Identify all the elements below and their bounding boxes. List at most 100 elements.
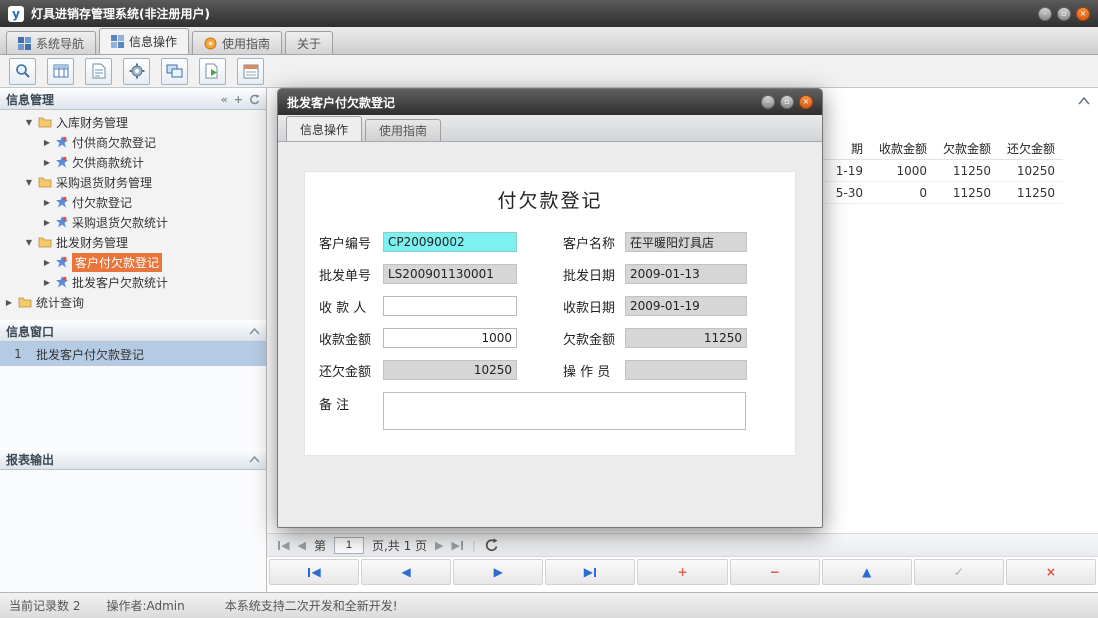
info-window-panel-header[interactable]: 信息窗口 [0, 320, 266, 342]
chevron-up-icon[interactable] [249, 328, 260, 335]
remaining-debt-input[interactable] [383, 360, 517, 380]
chevron-up-icon[interactable] [249, 456, 260, 463]
confirm-record-button[interactable]: ✓ [914, 559, 1004, 585]
close-button[interactable]: × [1076, 7, 1090, 21]
tree-item-label[interactable]: 采购退货欠款统计 [72, 214, 168, 231]
caret-down-icon[interactable]: ▼ [24, 238, 34, 247]
burst-icon [56, 256, 68, 268]
minimize-button[interactable]: – [1038, 7, 1052, 21]
tree-item-label[interactable]: 付欠款登记 [72, 194, 132, 211]
tree-item-owed-supplier-stats[interactable]: ▶ 欠供商款统计 [0, 152, 266, 172]
caret-right-icon[interactable]: ▶ [4, 298, 14, 307]
first-page-icon[interactable]: ◀ [277, 539, 289, 552]
tab-about[interactable]: 关于 [285, 31, 333, 54]
settings-tool-button[interactable] [123, 58, 150, 85]
report-tool-button[interactable] [237, 58, 264, 85]
tree-item-label-selected[interactable]: 客户付欠款登记 [72, 253, 162, 272]
tree-item-label[interactable]: 付供商欠款登记 [72, 134, 156, 151]
add-record-button[interactable]: + [637, 559, 727, 585]
payee-input[interactable] [383, 296, 517, 316]
caret-right-icon[interactable]: ▶ [42, 138, 52, 147]
collapse-left-icon[interactable]: « [221, 93, 228, 106]
info-window-row[interactable]: 1 批发客户付欠款登记 [0, 342, 266, 366]
edit-record-button[interactable]: ▲ [822, 559, 912, 585]
burst-icon [56, 276, 68, 288]
report-output-panel-header[interactable]: 报表输出 [0, 448, 266, 470]
column-header[interactable]: 欠款金额 [935, 138, 999, 160]
tree-item-pay-supplier-debt[interactable]: ▶ 付供商欠款登记 [0, 132, 266, 152]
table-row[interactable]: 1-19 1000 11250 10250 [823, 160, 1063, 182]
panel-collapse-button[interactable] [1078, 94, 1090, 108]
column-header[interactable]: 收款金额 [871, 138, 935, 160]
page-input[interactable] [334, 537, 364, 554]
tree-item-label[interactable]: 欠供商款统计 [72, 154, 144, 171]
tree-folder-inbound-finance[interactable]: ▼ 入库财务管理 [0, 112, 266, 132]
cancel-record-button[interactable]: × [1006, 559, 1096, 585]
maximize-button[interactable]: ▫ [1057, 7, 1071, 21]
window-title: 灯具进销存管理系统(非注册用户) [31, 5, 210, 22]
caret-right-icon[interactable]: ▶ [42, 198, 52, 207]
table-tool-button[interactable] [47, 58, 74, 85]
customer-name-input[interactable] [625, 232, 747, 252]
customer-id-input[interactable] [383, 232, 517, 252]
last-record-button[interactable]: ▶ [545, 559, 635, 585]
tab-label: 信息操作 [129, 33, 177, 50]
refresh-icon[interactable] [249, 94, 260, 105]
dialog-tab-user-guide[interactable]: 使用指南 [365, 119, 441, 141]
dialog-close-button[interactable]: × [799, 95, 813, 109]
document-tool-button[interactable] [85, 58, 112, 85]
tree-folder-statistics-query[interactable]: ▶ 统计查询 [0, 292, 266, 312]
remark-field[interactable] [383, 392, 746, 430]
operator-input[interactable] [625, 360, 747, 380]
receive-date-input[interactable] [625, 296, 747, 316]
next-page-icon[interactable]: ▶ [435, 539, 443, 552]
delete-record-button[interactable]: − [730, 559, 820, 585]
tree-item-purchase-return-debt-stats[interactable]: ▶ 采购退货欠款统计 [0, 212, 266, 232]
next-record-button[interactable]: ▶ [453, 559, 543, 585]
tree-item-label[interactable]: 批发客户欠款统计 [72, 274, 168, 291]
prev-record-button[interactable]: ◀ [361, 559, 451, 585]
windows-tool-button[interactable] [161, 58, 188, 85]
receive-amount-input[interactable] [383, 328, 517, 348]
last-page-icon[interactable]: ▶ [452, 539, 464, 552]
tree-folder-wholesale-finance[interactable]: ▼ 批发财务管理 [0, 232, 266, 252]
table-row[interactable]: 5-30 0 11250 11250 [823, 182, 1063, 204]
receive-amount-label: 收款金额 [319, 329, 383, 348]
tree-item-label[interactable]: 采购退货财务管理 [56, 174, 152, 191]
tree-item-pay-debt-register[interactable]: ▶ 付欠款登记 [0, 192, 266, 212]
tab-user-guide[interactable]: 使用指南 [192, 31, 282, 54]
panel-title: 报表输出 [6, 451, 54, 468]
prev-page-icon[interactable]: ◀ [297, 539, 305, 552]
tree-item-wholesale-customer-debt-stats[interactable]: ▶ 批发客户欠款统计 [0, 272, 266, 292]
wholesale-date-input[interactable] [625, 264, 747, 284]
panel-title: 信息管理 [6, 91, 54, 108]
dialog-maximize-button[interactable]: ▫ [780, 95, 794, 109]
tree-item-label[interactable]: 统计查询 [36, 294, 84, 311]
info-management-panel-header[interactable]: 信息管理 « + [0, 88, 266, 110]
debt-amount-input[interactable] [625, 328, 747, 348]
search-tool-button[interactable] [9, 58, 36, 85]
caret-right-icon[interactable]: ▶ [42, 258, 52, 267]
expand-all-icon[interactable]: + [234, 93, 243, 106]
tab-info-operation[interactable]: 信息操作 [99, 28, 189, 54]
dialog-minimize-button[interactable]: – [761, 95, 775, 109]
caret-right-icon[interactable]: ▶ [42, 218, 52, 227]
row-label: 批发客户付欠款登记 [36, 346, 144, 363]
caret-right-icon[interactable]: ▶ [42, 278, 52, 287]
caret-down-icon[interactable]: ▼ [24, 118, 34, 127]
caret-down-icon[interactable]: ▼ [24, 178, 34, 187]
export-tool-button[interactable] [199, 58, 226, 85]
column-header[interactable]: 期 [823, 138, 871, 160]
first-record-button[interactable]: ◀ [269, 559, 359, 585]
tree-item-label[interactable]: 入库财务管理 [56, 114, 128, 131]
tab-system-navigation[interactable]: 系统导航 [6, 31, 96, 54]
column-header[interactable]: 还欠金额 [999, 138, 1063, 160]
dialog-tab-info-operation[interactable]: 信息操作 [286, 116, 362, 141]
tree-item-customer-pay-debt-register[interactable]: ▶ 客户付欠款登记 [0, 252, 266, 272]
wholesale-no-label: 批发单号 [319, 265, 383, 284]
caret-right-icon[interactable]: ▶ [42, 158, 52, 167]
wholesale-no-input[interactable] [383, 264, 517, 284]
tree-folder-purchase-return-finance[interactable]: ▼ 采购退货财务管理 [0, 172, 266, 192]
tree-item-label[interactable]: 批发财务管理 [56, 234, 128, 251]
refresh-icon[interactable] [484, 538, 498, 552]
